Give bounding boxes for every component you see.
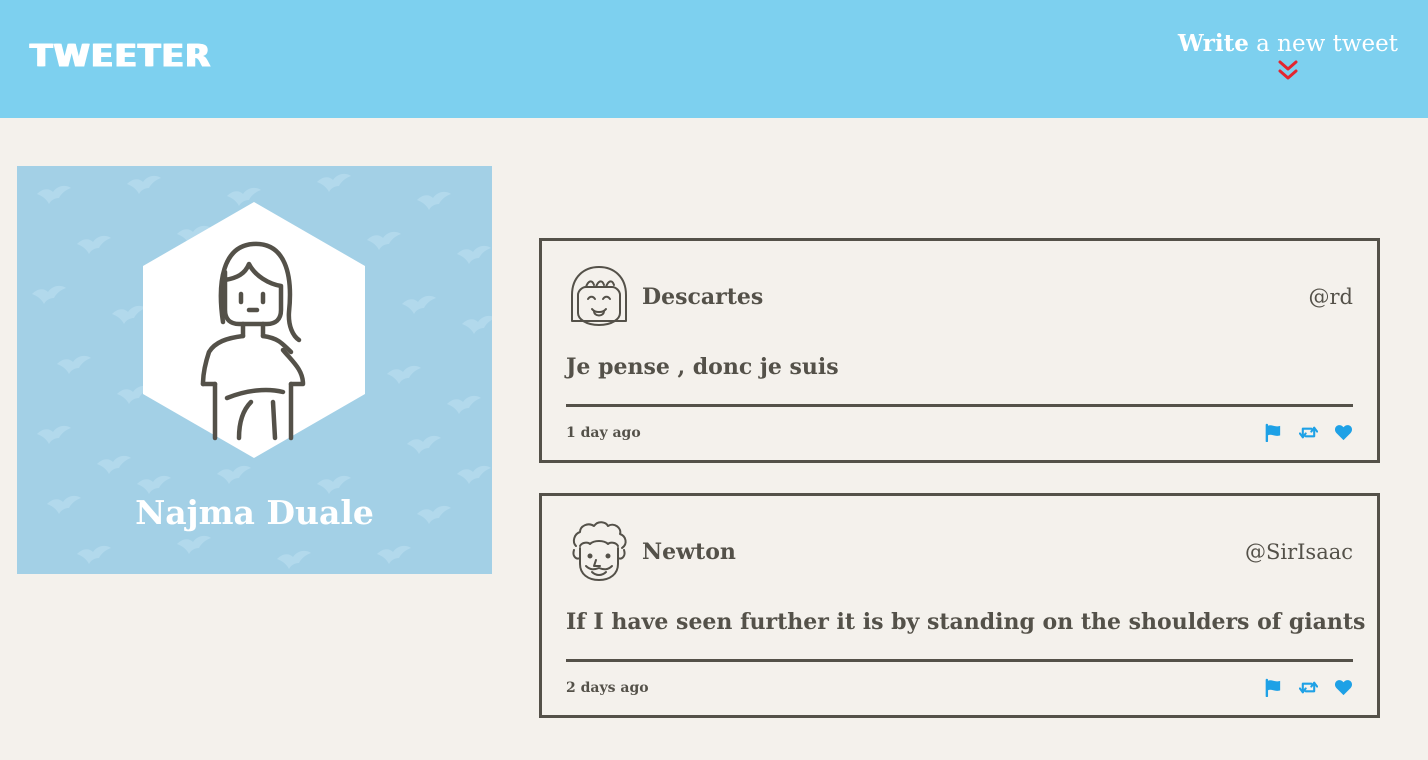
tweet-timestamp: 1 day ago — [566, 425, 641, 441]
retweet-icon[interactable] — [1299, 678, 1318, 697]
tweet-author-handle[interactable]: @rd — [1309, 283, 1353, 311]
profile-card: Najma Duale — [17, 166, 492, 574]
tweet-text: If I have seen further it is by standing… — [566, 609, 1366, 635]
tweet-divider — [566, 404, 1353, 407]
tweet-author-handle[interactable]: @SirIsaac — [1245, 538, 1353, 566]
tweet-actions — [1264, 676, 1353, 698]
heart-icon[interactable] — [1334, 423, 1353, 442]
tweet-author-name[interactable]: Newton — [642, 538, 736, 566]
tweet-actions — [1264, 421, 1353, 443]
girl-with-bangs-avatar-icon — [571, 266, 627, 326]
tweet-timestamp: 2 days ago — [566, 680, 649, 696]
app-logo[interactable]: TWEETER — [30, 37, 211, 75]
tweet-divider — [566, 659, 1353, 662]
compose-label-strong: Write — [1177, 30, 1249, 57]
curly-haired-man-avatar-icon — [572, 521, 627, 581]
flag-icon[interactable] — [1264, 423, 1283, 442]
top-nav-bar: TWEETER Write a new tweet — [0, 0, 1428, 118]
tweet-card: Descartes @rd Je pense , donc je suis 1 … — [539, 238, 1380, 463]
compose-label-rest: a new tweet — [1256, 31, 1398, 57]
profile-name: Najma Duale — [135, 493, 374, 532]
write-new-tweet-label[interactable]: Write a new tweet — [1178, 30, 1398, 58]
flag-icon[interactable] — [1264, 678, 1283, 697]
write-new-tweet-button[interactable]: Write a new tweet — [1178, 30, 1398, 84]
retweet-icon[interactable] — [1299, 423, 1318, 442]
double-chevron-down-icon[interactable] — [1276, 58, 1300, 84]
tweet-card: Newton @SirIsaac If I have seen further … — [539, 493, 1380, 718]
heart-icon[interactable] — [1334, 678, 1353, 697]
tweet-author-name[interactable]: Descartes — [642, 283, 763, 311]
profile-avatar — [143, 202, 365, 458]
tweet-text: Je pense , donc je suis — [566, 354, 839, 380]
